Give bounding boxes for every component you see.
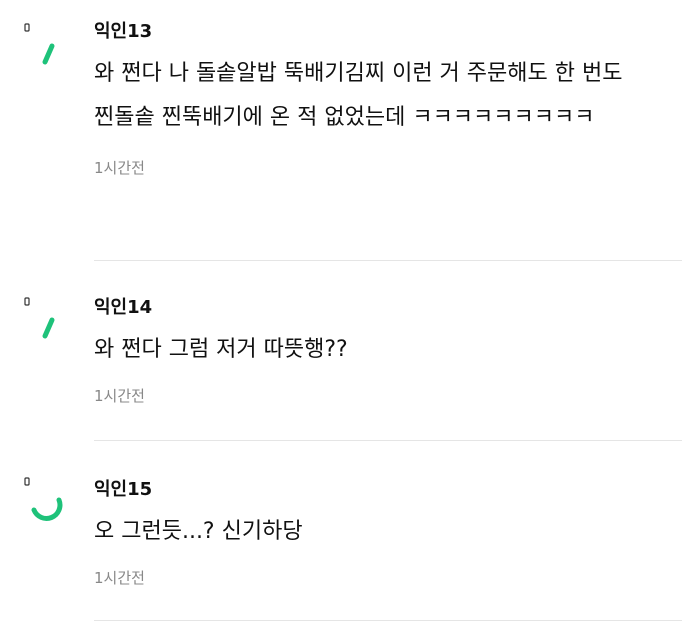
comment-timestamp: 1시간전	[94, 159, 145, 177]
loading-spinner-icon	[20, 20, 80, 80]
comment-text: 와 쩐다 그럼 저거 따뜻행??	[94, 337, 348, 362]
comment-divider	[94, 260, 682, 261]
comment-timestamp: 1시간전	[94, 569, 145, 587]
comment-author[interactable]: 익인13	[94, 20, 682, 44]
comment-author[interactable]: 익인14	[94, 296, 682, 320]
comment-divider	[94, 440, 682, 441]
comment-divider	[94, 620, 682, 621]
comment-timestamp: 1시간전	[94, 387, 145, 405]
comment-text: 와 쩐다 나 돌솥알밥 뚝배기김찌 이런 거 주문해도 한 번도 찐돌솥 찐뚝배…	[94, 61, 623, 130]
comment-text: 오 그런듯...? 신기하당	[94, 519, 303, 544]
loading-spinner-icon	[20, 294, 80, 354]
loading-spinner-icon	[20, 474, 80, 534]
comment-author[interactable]: 익인15	[94, 478, 682, 502]
